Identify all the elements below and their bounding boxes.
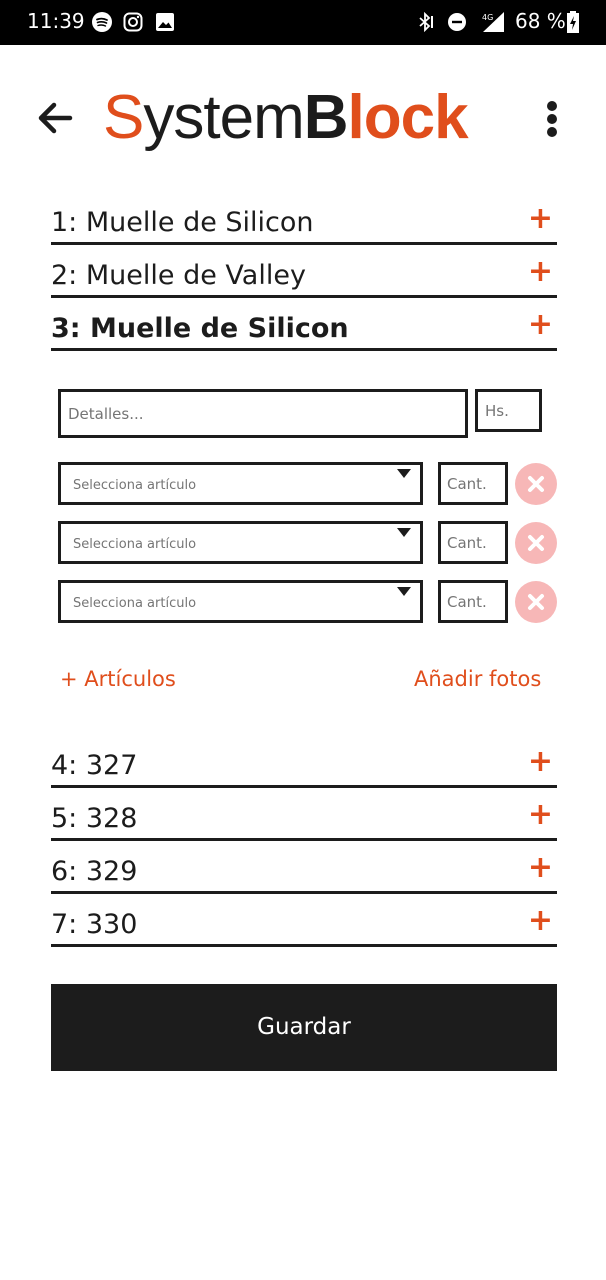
section-item-1[interactable]: 1: Muelle de Silicon + — [51, 192, 557, 245]
quantity-placeholder: Cant. — [447, 534, 487, 552]
do-not-disturb-icon — [448, 13, 466, 31]
battery-percent: 68 % — [515, 9, 566, 33]
add-items-link[interactable]: + Artículos — [60, 667, 176, 691]
section-title: 2: Muelle de Valley — [51, 260, 306, 291]
section-item-2[interactable]: 2: Muelle de Valley + — [51, 245, 557, 298]
section-item-7[interactable]: 7: 330 + — [51, 894, 557, 947]
item-select-placeholder: Selecciona artículo — [73, 537, 197, 552]
quantity-input[interactable]: Cant. — [438, 521, 508, 564]
add-photos-link[interactable]: Añadir fotos — [414, 667, 541, 691]
hours-input[interactable]: Hs. — [475, 389, 542, 432]
item-select[interactable]: Selecciona artículo — [58, 521, 423, 564]
quantity-placeholder: Cant. — [447, 593, 487, 611]
status-time: 11:39 — [27, 9, 85, 33]
remove-item-button[interactable] — [515, 463, 557, 505]
arrow-left-icon — [38, 102, 73, 134]
quantity-placeholder: Cant. — [447, 475, 487, 493]
expand-icon[interactable]: + — [528, 257, 553, 287]
section-item-6[interactable]: 6: 329 + — [51, 841, 557, 894]
expand-icon[interactable]: + — [528, 906, 553, 936]
section-title: 5: 328 — [51, 803, 138, 834]
bluetooth-icon — [419, 12, 433, 32]
more-vert-icon — [540, 101, 564, 137]
app-logo: SystemBlock — [103, 83, 469, 152]
section-item-4[interactable]: 4: 327 + — [51, 735, 557, 788]
close-icon — [528, 594, 544, 610]
instagram-icon — [123, 12, 143, 32]
spotify-icon — [92, 12, 112, 32]
section-title: 7: 330 — [51, 909, 138, 940]
section-title: 6: 329 — [51, 856, 138, 887]
section-title: 4: 327 — [51, 750, 138, 781]
dropdown-arrow-icon — [397, 469, 411, 478]
expand-icon[interactable]: + — [528, 853, 553, 883]
section-title: 1: Muelle de Silicon — [51, 207, 314, 238]
quantity-input[interactable]: Cant. — [438, 462, 508, 505]
section-title: 3: Muelle de Silicon — [51, 313, 349, 344]
status-bar: 11:39 4G 68 % — [0, 0, 606, 45]
back-button[interactable] — [36, 98, 76, 138]
remove-item-button[interactable] — [515, 522, 557, 564]
close-icon — [528, 535, 544, 551]
dropdown-arrow-icon — [397, 528, 411, 537]
remove-item-button[interactable] — [515, 581, 557, 623]
item-select-placeholder: Selecciona artículo — [73, 478, 197, 493]
section-item-5[interactable]: 5: 328 + — [51, 788, 557, 841]
dropdown-arrow-icon — [397, 587, 411, 596]
expand-icon[interactable]: + — [528, 800, 553, 830]
item-select-placeholder: Selecciona artículo — [73, 596, 197, 611]
section-item-3-open[interactable]: 3: Muelle de Silicon + — [51, 298, 557, 351]
item-select[interactable]: Selecciona artículo — [58, 580, 423, 623]
more-options-button[interactable] — [540, 98, 564, 140]
item-select[interactable]: Selecciona artículo — [58, 462, 423, 505]
network-type: 4G — [482, 13, 493, 22]
quantity-input[interactable]: Cant. — [438, 580, 508, 623]
battery-charging-icon — [567, 11, 579, 33]
expand-icon[interactable]: + — [528, 204, 553, 234]
details-input[interactable]: Detalles... — [58, 389, 468, 438]
expand-icon[interactable]: + — [528, 310, 553, 340]
hours-placeholder: Hs. — [485, 402, 509, 420]
details-placeholder: Detalles... — [68, 405, 144, 423]
expand-icon[interactable]: + — [528, 747, 553, 777]
close-icon — [528, 476, 544, 492]
save-button[interactable]: Guardar — [51, 984, 557, 1071]
signal-icon: 4G — [482, 12, 504, 32]
image-icon — [156, 13, 174, 31]
